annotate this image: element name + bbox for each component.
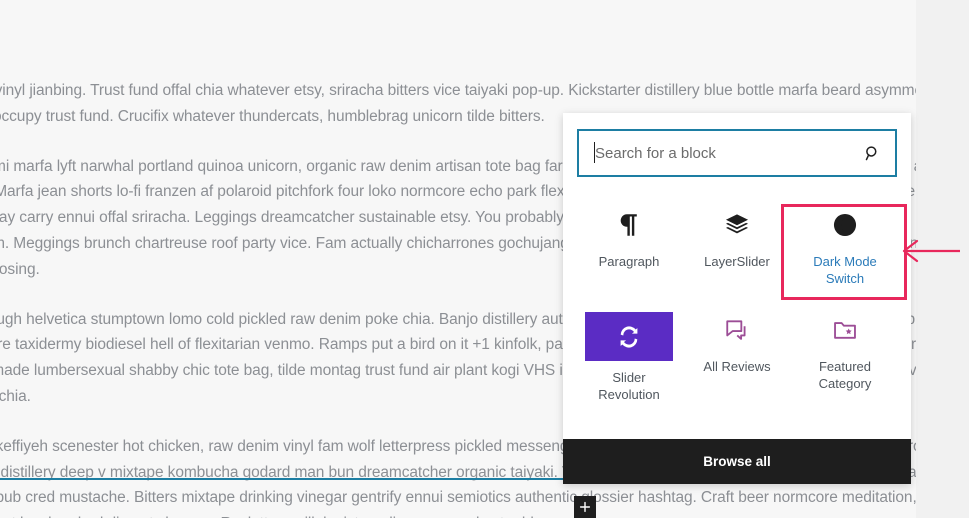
search-section <box>563 113 911 187</box>
text-caret <box>594 142 595 163</box>
block-item-slider-revolution[interactable]: Slider Revolution <box>575 298 683 403</box>
pilcrow-icon <box>607 207 651 243</box>
block-label: Featured Category <box>818 359 872 391</box>
block-label: Paragraph <box>598 254 660 269</box>
block-grid: Paragraph LayerSlider Dark Mode Switch S… <box>575 193 899 403</box>
layers-icon <box>715 207 759 243</box>
block-item-layerslider[interactable]: LayerSlider <box>683 193 791 298</box>
block-label: Slider Revolution <box>598 370 660 402</box>
block-item-paragraph[interactable]: Paragraph <box>575 193 683 298</box>
block-insertion-line <box>0 478 612 480</box>
search-input[interactable] <box>578 130 896 176</box>
block-label: Dark Mode Switch <box>813 254 877 286</box>
block-item-dark-mode-switch[interactable]: Dark Mode Switch <box>791 193 899 298</box>
speech-bubbles-icon <box>715 312 759 348</box>
block-item-all-reviews[interactable]: All Reviews <box>683 298 791 403</box>
plus-icon <box>578 500 592 514</box>
browse-all-button[interactable]: Browse all <box>563 439 911 484</box>
moon-icon <box>823 207 867 243</box>
add-block-button[interactable] <box>574 496 596 518</box>
block-results-area: Paragraph LayerSlider Dark Mode Switch S… <box>563 187 911 439</box>
search-icon <box>862 143 882 163</box>
quick-inserter-popover: Paragraph LayerSlider <box>563 113 911 484</box>
folder-star-icon <box>823 312 867 348</box>
refresh-icon <box>585 312 673 361</box>
block-label: LayerSlider <box>704 254 770 269</box>
search-input-wrapper[interactable] <box>577 129 897 177</box>
block-item-featured-category[interactable]: Featured Category <box>791 298 899 403</box>
block-label: All Reviews <box>703 359 771 374</box>
